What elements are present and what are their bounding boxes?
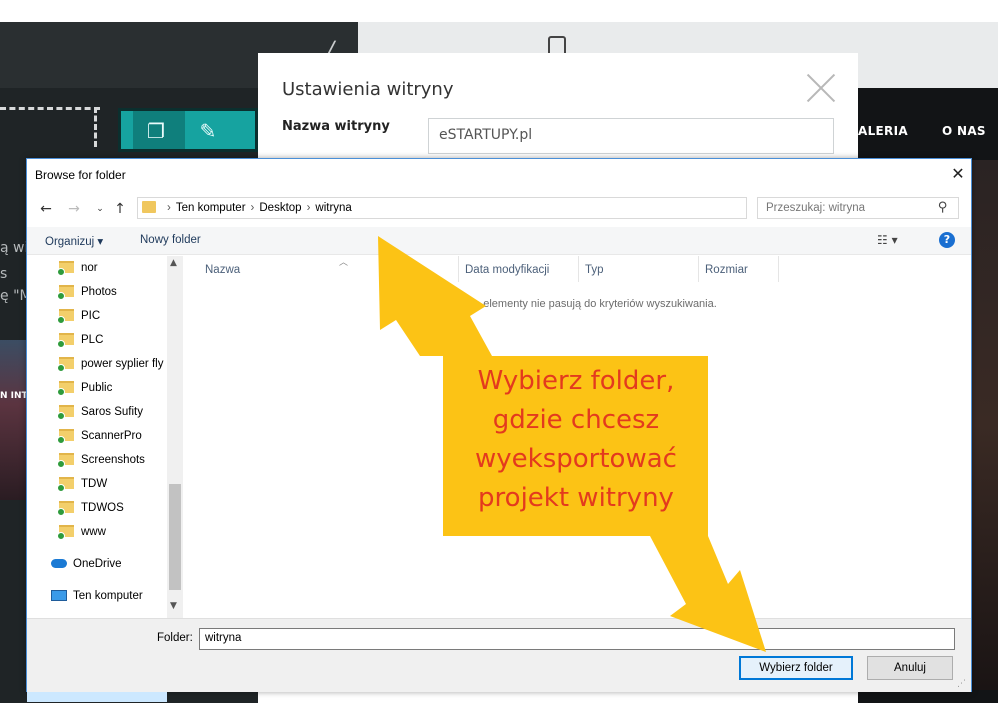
nav-folder-label: TDWOS xyxy=(81,502,124,514)
scroll-up-icon[interactable]: ▲ xyxy=(170,258,177,268)
annotation-text: Wybierz folder, gdzie chcesz wyeksportow… xyxy=(446,362,706,518)
recent-locations-chevron-icon[interactable]: ⌄ xyxy=(91,199,109,219)
back-arrow-icon[interactable]: ← xyxy=(37,199,55,219)
nav-folder-label: PLC xyxy=(81,334,104,346)
scroll-down-icon[interactable]: ▼ xyxy=(170,601,177,611)
column-header-size[interactable]: Rozmiar xyxy=(699,256,779,282)
empty-results-message: Żadne elementy nie pasują do kryteriów w… xyxy=(449,298,717,310)
editor-top-bar xyxy=(0,0,998,22)
layers-icon[interactable]: ❐ xyxy=(141,117,171,145)
scroll-thumb[interactable] xyxy=(169,484,181,590)
address-bar[interactable]: ›Ten komputer›Desktop›witryna ⌄ ↻ xyxy=(137,197,849,219)
help-icon[interactable]: ? xyxy=(939,232,955,248)
sync-check-icon xyxy=(57,388,65,396)
breadcrumb-item[interactable]: Ten komputer xyxy=(176,202,246,214)
nav-folder-label: Public xyxy=(81,382,113,394)
site-nav-about: O NAS xyxy=(942,124,986,138)
sync-check-icon xyxy=(57,484,65,492)
nav-folder-label: Screenshots xyxy=(81,454,145,466)
editor-photo xyxy=(0,340,28,500)
nav-folder-label: Saros Sufity xyxy=(81,406,143,418)
sync-check-icon xyxy=(57,268,65,276)
nav-onedrive-label: OneDrive xyxy=(73,558,122,570)
site-background-photo xyxy=(970,160,998,690)
navigation-pane: nor Photos PIC PLC power syplier fly Pub… xyxy=(27,256,183,702)
dialog-footer: Folder: witryna Wybierz folder Anuluj ⋰ xyxy=(27,618,971,692)
annotation-line: gdzie chcesz xyxy=(492,405,660,435)
search-input[interactable]: Przeszukaj: witryna ⚲ xyxy=(757,197,959,219)
column-label: Rozmiar xyxy=(705,264,748,276)
brush-icon[interactable]: ✎ xyxy=(193,117,223,145)
annotation-line: projekt witryny xyxy=(478,483,674,513)
site-name-label: Nazwa witryny xyxy=(282,119,390,134)
close-icon[interactable]: ✕ xyxy=(947,163,969,185)
breadcrumb-separator-icon: › xyxy=(306,202,311,214)
sync-check-icon xyxy=(57,292,65,300)
nav-folder-label: TDW xyxy=(81,478,108,490)
sync-check-icon xyxy=(57,532,65,540)
editor-side-text: s xyxy=(0,266,8,282)
forward-arrow-icon[interactable]: → xyxy=(65,199,83,219)
dialog-title-bar: Browse for folder ✕ xyxy=(27,159,971,189)
column-label: Typ xyxy=(585,264,604,276)
search-icon[interactable]: ⚲ xyxy=(938,200,948,215)
selection-dashes xyxy=(0,107,100,110)
sync-check-icon xyxy=(57,508,65,516)
breadcrumb-separator-icon: › xyxy=(250,202,255,214)
nav-folder-label: PIC xyxy=(81,310,101,322)
column-header-name[interactable]: Nazwa ︿ xyxy=(199,256,459,282)
column-label: Nazwa xyxy=(205,264,241,276)
nav-folder-label: Photos xyxy=(81,286,117,298)
resize-grip-icon[interactable]: ⋰ xyxy=(957,679,966,689)
column-header-type[interactable]: Typ xyxy=(579,256,699,282)
computer-icon xyxy=(51,590,67,601)
annotation-line: wyeksportować xyxy=(475,444,677,474)
element-toolbar: ❐ ✎ xyxy=(118,108,258,152)
folder-icon xyxy=(142,201,156,213)
folder-name-input[interactable]: witryna xyxy=(199,628,955,650)
select-folder-button[interactable]: Wybierz folder xyxy=(739,656,853,680)
dialog-title: Browse for folder xyxy=(35,168,126,182)
cloud-icon xyxy=(51,559,67,568)
sync-check-icon xyxy=(57,436,65,444)
new-folder-button[interactable]: Nowy folder xyxy=(140,234,201,246)
sync-check-icon xyxy=(57,460,65,468)
site-name-input[interactable]: eSTARTUPY.pl xyxy=(428,118,834,154)
breadcrumb: › Ten komputer › Desktop › witryna xyxy=(162,202,352,214)
column-label: Data modyfikacji xyxy=(465,264,550,276)
nav-folder-label: www xyxy=(81,526,106,538)
nav-folder-label: power syplier fly xyxy=(81,358,164,370)
site-nav-gallery: ALERIA xyxy=(858,124,908,138)
cancel-button[interactable]: Anuluj xyxy=(867,656,953,680)
selection-dashes-vertical xyxy=(94,107,97,147)
breadcrumb-separator-icon: › xyxy=(167,202,171,214)
address-row: ← → ⌄ ↑ ›Ten komputer›Desktop›witryna ⌄ … xyxy=(27,195,971,223)
settings-title: Ustawienia witryny xyxy=(282,79,454,100)
nav-folder-label: nor xyxy=(81,262,98,274)
folder-label: Folder: xyxy=(157,632,193,644)
sync-check-icon xyxy=(57,316,65,324)
command-bar: Organizuj ▾ Nowy folder ☷ ▾ ? xyxy=(27,227,971,255)
nav-folder-label: ScannerPro xyxy=(81,430,142,442)
annotation-line: Wybierz folder, xyxy=(477,366,675,396)
sync-check-icon xyxy=(57,364,65,372)
up-arrow-icon[interactable]: ↑ xyxy=(111,199,129,219)
breadcrumb-item[interactable]: witryna xyxy=(315,202,351,214)
breadcrumb-item[interactable]: Desktop xyxy=(259,202,301,214)
sync-check-icon xyxy=(57,340,65,348)
close-icon[interactable] xyxy=(806,73,836,103)
organize-menu[interactable]: Organizuj ▾ xyxy=(45,234,103,248)
nav-this-pc-label: Ten komputer xyxy=(73,590,143,602)
nav-scrollbar[interactable]: ▲ ▼ xyxy=(167,256,183,618)
editor-side-text: ą wi xyxy=(0,240,29,256)
column-header-date[interactable]: Data modyfikacji xyxy=(459,256,579,282)
sort-up-icon: ︿ xyxy=(339,257,349,267)
search-placeholder: Przeszukaj: witryna xyxy=(766,202,866,214)
view-options-icon[interactable]: ☷ ▾ xyxy=(877,233,898,247)
sync-check-icon xyxy=(57,412,65,420)
